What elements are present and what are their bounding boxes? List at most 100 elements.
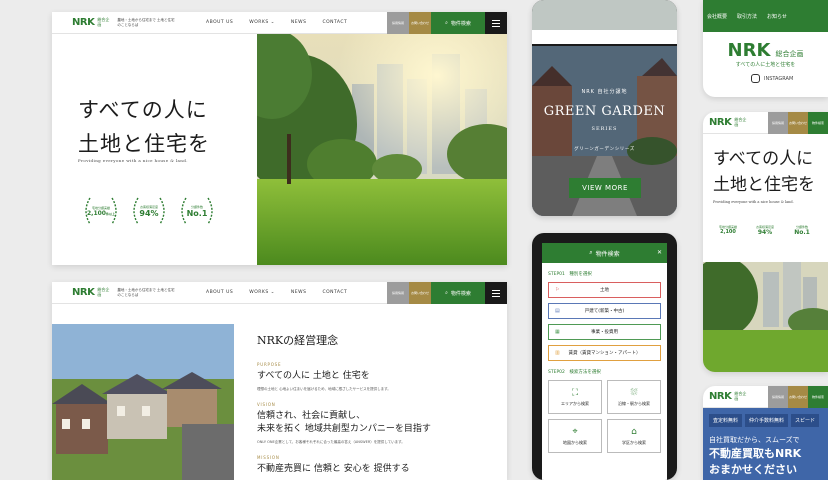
mobile-hero-photo <box>703 262 828 372</box>
footer-logo: NRK 総合企画 すべての人に土地と住宅を <box>703 40 828 68</box>
building-icon: ▦ <box>555 329 560 335</box>
mobile-logo-mark-3: NRK <box>709 391 732 402</box>
mobile-badge-sales: 宅地分譲実績 2,100 <box>711 216 745 244</box>
mobile-badges: 宅地分譲実績 2,100 お客様満足度 94% 分譲件数 No.1 <box>711 216 819 244</box>
vision-text-2: 未来を拓く 地域共創型カンパニーを目指す <box>257 424 431 434</box>
hero-subtitle: Providing everyone with a nice house & l… <box>78 158 188 163</box>
garden-pre: NRK 自社分譲地 <box>581 89 628 95</box>
view-more-button[interactable]: VIEW MORE <box>569 178 641 198</box>
hero-title: すべての人に 土地と住宅を <box>78 94 210 161</box>
buyout-line3: おまかせください <box>709 463 797 476</box>
mission-text: 不動産売買に 信頼と 安心を 提供する <box>257 463 410 474</box>
mobile-inquiry-button[interactable]: お問い合わせ <box>788 112 808 134</box>
logo-sub-2: 総合企画 <box>97 287 110 297</box>
mobile-logo-3[interactable]: NRK 総合企画 <box>709 391 746 402</box>
nav-about[interactable]: ABOUT US <box>206 20 233 25</box>
buyout-line2: 不動産買取もNRK <box>709 447 802 460</box>
step2-label: STEP02 検索方法を選択 <box>548 370 601 375</box>
mobile-recruit-label-3: 採用情報 <box>771 395 784 399</box>
footer-link-trade[interactable]: 取引方法 <box>737 13 757 20</box>
site-logo-2[interactable]: NRK 総合企画 <box>72 287 109 298</box>
mobile-recruit-label: 採用情報 <box>771 121 784 125</box>
property-search-button-2[interactable]: ⌕ 物件検索 <box>431 282 485 304</box>
nav-contact[interactable]: CONTACT <box>322 20 347 25</box>
nav-news-2[interactable]: NEWS <box>291 290 307 295</box>
mobile-hero-subtitle: Providing everyone with a nice house & l… <box>713 200 794 204</box>
instagram-icon <box>751 74 760 83</box>
nav-news[interactable]: NEWS <box>291 20 307 25</box>
method-map-label: 地図から検索 <box>563 439 587 445</box>
purpose-label: PURPOSE <box>257 362 282 367</box>
nav-works[interactable]: WORKS ⌄ <box>249 20 275 25</box>
desktop-hero-mockup: NRK 総合企画 農地・土地から住宅まで 土地と住宅のことならば ABOUT U… <box>52 12 507 265</box>
mobile-badge-satisfaction-value: 94% <box>757 228 773 236</box>
footer-link-company[interactable]: 会社概要 <box>707 13 727 20</box>
hero-title-line1: すべての人に <box>78 98 208 122</box>
method-school[interactable]: ⌂ 学区から検索 <box>607 419 661 453</box>
property-search-label: 物件検索 <box>450 20 471 27</box>
rental-icon: ▥ <box>555 350 560 356</box>
hamburger-menu-button-2[interactable] <box>485 282 507 304</box>
option-house-label: 戸建て(新築・中古) <box>584 309 625 314</box>
footer-logo-mark: NRK <box>727 40 771 61</box>
logo-sub: 総合企画 <box>97 17 110 27</box>
method-station[interactable]: ⛆ 沿線・駅から検索 <box>607 380 661 414</box>
property-search-button[interactable]: ⌕ 物件検索 <box>431 12 485 34</box>
badge-rank: 分譲件数 No.1 <box>176 194 218 228</box>
property-search-label-2: 物件検索 <box>450 290 471 297</box>
badge-sales: 宅地分譲実績 2,100件以上 <box>80 194 122 228</box>
inquiry-button[interactable]: お問い合わせ <box>409 12 431 34</box>
mobile-header-3: NRK 総合企画 採用情報 お問い合わせ 物件検索 <box>703 386 828 408</box>
inquiry-button-2[interactable]: お問い合わせ <box>409 282 431 304</box>
philosophy-heading: NRKの経営理念 <box>257 334 339 347</box>
main-nav: ABOUT US WORKS ⌄ NEWS CONTACT <box>206 20 347 25</box>
mobile-recruit-button-3[interactable]: 採用情報 <box>768 386 788 408</box>
option-business[interactable]: ▦ 事業・投資用 <box>548 324 661 340</box>
phone-footer-mockup: 会社概要 取引方法 お知らせ NRK 総合企画 すべての人に土地と住宅を INS… <box>703 0 828 97</box>
method-map[interactable]: ⌖ 地図から検索 <box>548 419 602 453</box>
option-land[interactable]: ⚐ 土地 <box>548 282 661 298</box>
mobile-badge-rank: 分譲件数 No.1 <box>785 216 819 244</box>
mobile-inquiry-label-3: お問い合わせ <box>788 395 807 399</box>
mobile-inquiry-label: お問い合わせ <box>788 121 807 125</box>
footer-logo-sub: 総合企画 <box>775 50 804 58</box>
mobile-hero-title: すべての人に 土地と住宅を <box>713 146 815 199</box>
phone-buyout-mockup: NRK 総合企画 採用情報 お問い合わせ 物件検索 査定料無料 仲介手数料無料 … <box>703 386 828 480</box>
mobile-search-button[interactable]: 物件検索 <box>808 112 828 134</box>
recruit-button[interactable]: 採用情報 <box>387 12 409 34</box>
garden-series: SERIES <box>591 126 618 132</box>
phone-search-mockup: ⌕ 物件検索 ✕ STEP01 種別を選択 ⚐ 土地 ▤ 戸建て(新築・中古) ▦ 事… <box>532 233 677 480</box>
main-nav-2: ABOUT US WORKS ⌄ NEWS CONTACT <box>206 290 347 295</box>
hamburger-menu-button[interactable] <box>485 12 507 34</box>
option-rental[interactable]: ▥ 賃貸（賃貸マンション・アパート） <box>548 345 661 361</box>
nav-about-2[interactable]: ABOUT US <box>206 290 233 295</box>
buyout-banner: 査定料無料 仲介手数料無料 スピード 自社買取だから、スムーズで 不動産買取もN… <box>703 408 828 480</box>
phone-green-garden-mockup: NRK 自社分譲地 GREEN GARDEN SERIES グリーンガーデンシリ… <box>532 0 677 216</box>
search-panel: ⌕ 物件検索 ✕ STEP01 種別を選択 ⚐ 土地 ▤ 戸建て(新築・中古) ▦ 事… <box>542 243 667 480</box>
mobile-logo[interactable]: NRK 総合企画 <box>709 117 746 128</box>
mobile-hero-title-line1: すべての人に <box>713 149 814 169</box>
method-area[interactable]: ⛶ エリアから検索 <box>548 380 602 414</box>
option-house[interactable]: ▤ 戸建て(新築・中古) <box>548 303 661 319</box>
nav-works-2[interactable]: WORKS ⌄ <box>249 290 275 295</box>
vision-text-1: 信頼され、社会に貢献し、 <box>257 410 366 421</box>
logo-mark: NRK <box>72 17 95 28</box>
inquiry-label: お問い合わせ <box>410 21 429 25</box>
mobile-header: NRK 総合企画 採用情報 お問い合わせ 物件検索 <box>703 112 828 134</box>
search-icon: ⌕ <box>445 290 448 296</box>
site-header: NRK 総合企画 農地・土地から住宅まで 土地と住宅のことならば ABOUT U… <box>52 12 507 34</box>
garden-title: GREEN GARDEN <box>543 104 666 119</box>
site-logo[interactable]: NRK 総合企画 <box>72 17 109 28</box>
instagram-link[interactable]: INSTAGRAM <box>751 74 828 83</box>
method-station-label: 沿線・駅から検索 <box>618 400 650 406</box>
phone-top-area <box>532 0 677 30</box>
mobile-badge-rank-value: No.1 <box>794 228 810 236</box>
close-icon[interactable]: ✕ <box>657 249 662 256</box>
mobile-recruit-button[interactable]: 採用情報 <box>768 112 788 134</box>
mobile-inquiry-button-3[interactable]: お問い合わせ <box>788 386 808 408</box>
recruit-button-2[interactable]: 採用情報 <box>387 282 409 304</box>
mobile-search-button-3[interactable]: 物件検索 <box>808 386 828 408</box>
footer-link-news[interactable]: お知らせ <box>767 13 787 20</box>
nav-contact-2[interactable]: CONTACT <box>322 290 347 295</box>
step1-label: STEP01 種別を選択 <box>548 272 592 277</box>
